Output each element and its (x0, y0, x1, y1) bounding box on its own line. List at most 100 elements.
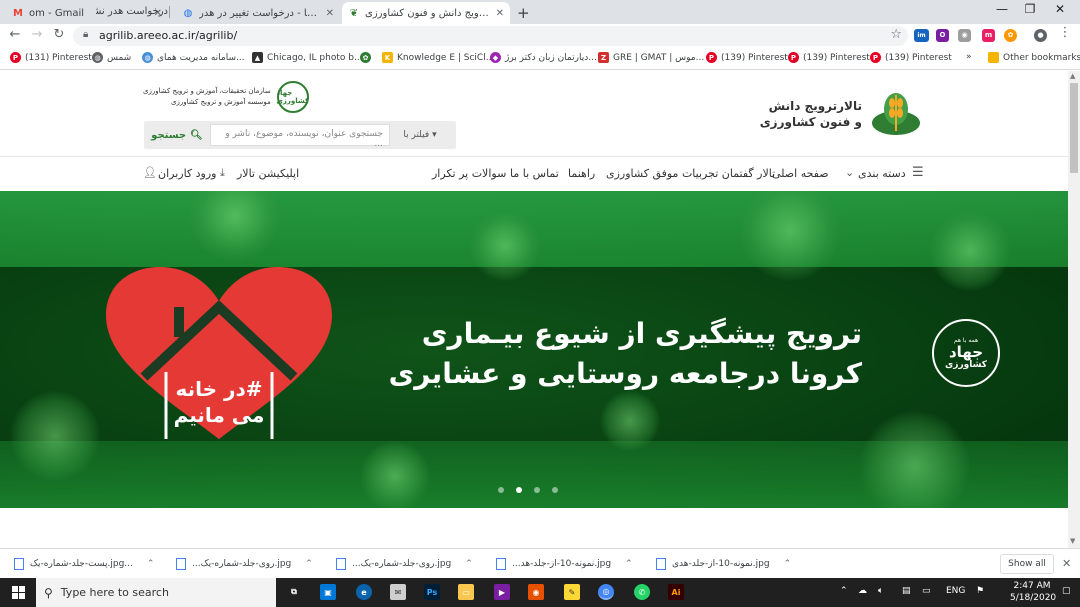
media-icon[interactable]: ▶ (494, 584, 510, 600)
action-center-icon[interactable]: ▢ (1062, 586, 1071, 596)
file-icon (176, 558, 186, 570)
download-item[interactable]: نمونه-10-از-جلد-هدی.jpg ⌃ (656, 555, 791, 573)
profile-avatar[interactable]: ● (1034, 29, 1047, 42)
chevron-up-icon[interactable]: ⌃ (784, 559, 792, 569)
file-explorer-icon[interactable]: ▭ (458, 584, 474, 600)
bookmark-item[interactable]: ✿ (360, 52, 375, 63)
whatsapp-icon[interactable]: ✆ (634, 584, 650, 600)
camera-extension-icon[interactable]: ◉ (958, 29, 971, 42)
scroll-down-icon[interactable]: ▼ (1070, 537, 1075, 545)
download-item[interactable]: ...نمونه-10-از-جلد-هد.jpg ⌃ (496, 555, 633, 573)
nav-faq[interactable]: سوالات پر تکرار (432, 167, 506, 180)
windows-start-icon[interactable] (12, 586, 25, 599)
minimize-button[interactable]: — (992, 2, 1012, 16)
slider-dot[interactable] (498, 487, 504, 493)
download-item[interactable]: ...روی-جلد-شماره-یک.jpg ⌃ (336, 555, 473, 573)
chevron-up-icon[interactable]: ⌃ (625, 559, 633, 569)
filter-dropdown[interactable]: فیلتر با ▾ (390, 130, 450, 140)
bookmark-item[interactable]: P (139) Pinterest (706, 52, 788, 63)
photoshop-icon[interactable]: Ps (424, 584, 440, 600)
language-indicator[interactable]: ENG (946, 586, 965, 596)
bookmark-item[interactable]: ◍ سامانه مدیریت همای... (142, 52, 245, 63)
virus-decoration (10, 391, 100, 481)
menu-dots-icon[interactable]: ⋮ (1056, 25, 1074, 40)
bookmark-item[interactable]: ◍ شمس (92, 52, 131, 63)
chevron-up-icon[interactable]: ⌃ (147, 559, 155, 569)
battery-icon[interactable]: ▭ (922, 586, 931, 596)
reload-icon[interactable]: ↻ (50, 27, 68, 42)
bookmark-item[interactable]: ◆ دیارتمان زبان دکتر برژ... (490, 52, 597, 63)
close-downloads-icon[interactable]: ✕ (1062, 557, 1071, 570)
tray-arrow-icon[interactable]: ⌃ (840, 586, 848, 596)
close-tab-icon[interactable]: ✕ (326, 8, 334, 19)
new-tab-button[interactable]: + (517, 4, 530, 22)
mail-icon[interactable]: ✉ (390, 584, 406, 600)
slider-dot[interactable] (552, 487, 558, 493)
nav-app[interactable]: اپلیکیشن تالار (237, 167, 299, 180)
slider-dot[interactable] (534, 487, 540, 493)
nav-login[interactable]: ورود کاربران (158, 167, 217, 180)
player-icon[interactable]: ◉ (528, 584, 544, 600)
bookmark-item[interactable]: K Knowledge E | SciCl... (382, 52, 494, 63)
illustrator-icon[interactable]: Ai (668, 584, 684, 600)
taskbar-search[interactable]: ⚲ Type here to search (36, 578, 276, 607)
show-all-button[interactable]: Show all (1000, 554, 1054, 574)
nav-forum[interactable]: تالار گفتمان تجربیات موفق کشاورزی (606, 167, 775, 180)
search-icon: ⚲ (44, 585, 53, 600)
site-logo[interactable]: تالارترویج دانش و فنون کشاورزی (760, 91, 922, 137)
close-window-button[interactable]: ✕ (1050, 2, 1070, 16)
store-icon[interactable]: ▣ (320, 584, 336, 600)
nav-categories[interactable]: دسته بندی (858, 167, 906, 180)
extension-icon[interactable]: ✿ (1004, 29, 1017, 42)
org-name: سازمان تحقیقات، آموزش و ترویج کشاورزی مو… (143, 86, 271, 108)
bookmark-item[interactable]: P (131) Pinterest (10, 52, 92, 63)
download-item[interactable]: پست-جلد-شماره-یک.jpg... ⌃ (14, 555, 154, 573)
forward-arrow-icon[interactable]: → (28, 27, 46, 42)
hamburger-icon[interactable]: ☰ (912, 165, 924, 180)
nav-contact[interactable]: تماس با ما (510, 167, 559, 180)
chrome-icon[interactable]: ◎ (598, 584, 614, 600)
address-bar[interactable]: 🔒︎ agrilib.areeo.ac.ir/agrilib/ ☆ (73, 26, 908, 46)
search-input[interactable]: جستجوی عنوان، نویسنده، موضوع، ناشر و ... (210, 124, 390, 149)
clock-date: 5/18/2020 (1010, 593, 1057, 603)
cloud-icon[interactable]: ☁ (858, 586, 867, 596)
task-view-icon[interactable]: ⧉ (286, 584, 302, 600)
maximize-button[interactable]: ❐ (1020, 2, 1040, 16)
bookmark-label: سامانه مدیریت همای... (157, 52, 245, 63)
hero-slider[interactable]: #در خانه می مانیم ترویج پیشگیری از شیوع … (0, 191, 1068, 508)
edge-icon[interactable]: e (356, 584, 372, 600)
network-icon[interactable]: ▤ (902, 586, 911, 596)
download-item[interactable]: ...روی-جلد-شماره-یک.jpg ⌃ (176, 555, 313, 573)
extension-icon[interactable]: m (982, 29, 995, 42)
more-bookmarks-button[interactable]: » (966, 52, 972, 62)
tab-agrilib[interactable]: ❦ تالار ترویج دانش و فنون کشاورزی ✕ (342, 2, 510, 24)
other-bookmarks[interactable]: Other bookmarks (988, 52, 1080, 63)
bookmark-star-icon[interactable]: ☆ (890, 27, 902, 42)
close-tab-icon[interactable]: ✕ (496, 8, 504, 19)
bookmark-item[interactable]: ▲ Chicago, IL photo b... (252, 52, 363, 63)
tab-tickets[interactable]: ◍ تیکت ها - درخواست تغییر در هدر ... ✕ (176, 2, 340, 24)
nav-home[interactable]: صفحه اصلی (772, 167, 829, 180)
extension-icon[interactable]: O (936, 29, 949, 42)
bookmark-item[interactable]: Z GRE | GMAT | موس... (598, 52, 704, 63)
page-scrollbar[interactable]: ▲ ▼ (1068, 71, 1080, 548)
slider-dots (498, 487, 558, 493)
chevron-up-icon[interactable]: ⌃ (465, 559, 473, 569)
extension-icon[interactable]: im (914, 29, 929, 42)
sticky-notes-icon[interactable]: ✎ (564, 584, 580, 600)
bookmark-label: (139) Pinterest (885, 52, 952, 63)
virus-decoration (360, 441, 430, 508)
search-button[interactable]: جستجو 🔍︎ (144, 121, 210, 149)
scroll-up-icon[interactable]: ▲ (1070, 72, 1075, 80)
nav-guide[interactable]: راهنما (568, 167, 595, 180)
bookmark-item[interactable]: P (139) Pinterest (788, 52, 870, 63)
bookmark-item[interactable]: P (139) Pinterest (870, 52, 952, 63)
tab-label-doc: درخواست هدر نشریه - (96, 6, 168, 17)
speaker-icon[interactable]: 🔈︎ (878, 586, 883, 596)
system-clock[interactable]: 2:47 AM 5/18/2020 (1010, 580, 1057, 604)
back-arrow-icon[interactable]: ← (6, 27, 24, 42)
scroll-thumb[interactable] (1070, 83, 1078, 173)
notification-flag-icon[interactable]: ⚑ (976, 586, 984, 596)
slider-dot-active[interactable] (516, 487, 522, 493)
chevron-up-icon[interactable]: ⌃ (305, 559, 313, 569)
